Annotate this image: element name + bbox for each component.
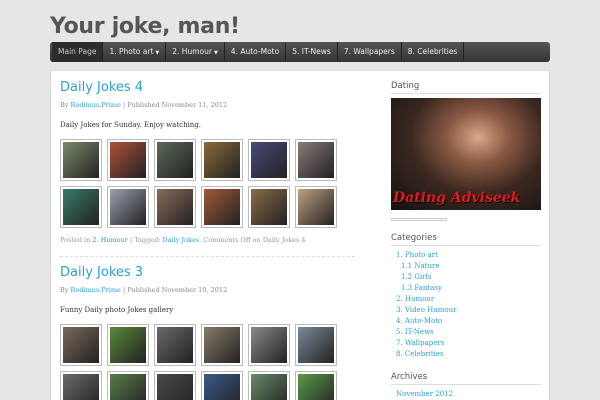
post-title-link[interactable]: Daily Jokes 4 — [60, 80, 355, 95]
nav-item-main-page[interactable]: Main Page — [52, 42, 104, 62]
main-nav: Main Page 1. Photo art ▼ 2. Humour ▼ 4. Au… — [50, 42, 550, 62]
gallery-thumbnail[interactable] — [154, 371, 196, 400]
post-excerpt: Daily Jokes for Sunday. Enjoy watching. — [60, 121, 202, 129]
sidebar: Dating Dating Adviseek Categories 1. Pho… — [391, 81, 541, 400]
post-meta: By Rodimus.Prime | Published November 11… — [60, 101, 228, 109]
thumbnail-image — [110, 189, 146, 225]
gallery-thumbnail[interactable] — [60, 324, 102, 366]
thumbnail-image — [157, 327, 193, 363]
gallery-thumbnail[interactable] — [60, 139, 102, 181]
thumbnail-image — [63, 327, 99, 363]
gallery-thumbnail[interactable] — [201, 186, 243, 228]
category-link[interactable]: 1.1 Nature — [391, 261, 541, 272]
gallery-thumbnail[interactable] — [107, 371, 149, 400]
gallery-thumbnail[interactable] — [201, 371, 243, 400]
post: Daily Jokes 3 By Rodimus.Prime | Publish… — [60, 265, 355, 400]
gallery-thumbnail[interactable] — [107, 139, 149, 181]
thumbnail-image — [204, 142, 240, 178]
gallery-thumbnail[interactable] — [295, 139, 337, 181]
content-area: Daily Jokes 4 By Rodimus.Prime | Publish… — [50, 70, 550, 400]
post-list: Daily Jokes 4 By Rodimus.Prime | Publish… — [60, 77, 355, 400]
archives-title: Archives — [391, 372, 541, 385]
gallery-thumbnail[interactable] — [201, 139, 243, 181]
gallery-thumbnail[interactable] — [154, 324, 196, 366]
thumbnail-image — [157, 374, 193, 400]
category-link[interactable]: 2. Humour — [92, 236, 128, 244]
category-link[interactable]: 8. Celebrities — [391, 349, 541, 360]
gallery-thumbnail[interactable] — [60, 186, 102, 228]
thumbnail-image — [298, 189, 334, 225]
category-link[interactable]: 2. Humour — [391, 294, 541, 305]
gallery-thumbnail[interactable] — [248, 139, 290, 181]
author-link[interactable]: Rodimus.Prime — [71, 286, 121, 294]
gallery-thumbnail[interactable] — [295, 186, 337, 228]
thumbnail-image — [251, 189, 287, 225]
ad-scrollbar[interactable] — [391, 218, 447, 221]
category-link[interactable]: 4. Auto-Moto — [391, 316, 541, 327]
category-link[interactable]: 1.3 Fantasy — [391, 283, 541, 294]
post-footer: Posted in 2. Humour | Tagged: Daily Joke… — [60, 236, 306, 244]
thumbnail-image — [251, 142, 287, 178]
category-link[interactable]: 1.2 Girls — [391, 272, 541, 283]
categories-widget: Categories 1. Photo art 1.1 Nature 1.2 Gir… — [391, 233, 541, 360]
thumbnail-image — [63, 374, 99, 400]
thumbnail-image — [110, 142, 146, 178]
dropdown-caret-icon: ▼ — [213, 50, 218, 56]
post-title-link[interactable]: Daily Jokes 3 — [60, 265, 355, 280]
gallery-thumbnail[interactable] — [107, 186, 149, 228]
category-link[interactable]: 3. Video Humour — [391, 305, 541, 316]
post-divider — [60, 256, 355, 257]
category-link[interactable]: 5. IT-News — [391, 327, 541, 338]
gallery-thumbnail[interactable] — [295, 371, 337, 400]
dating-ad-banner[interactable]: Dating Adviseek — [391, 98, 541, 210]
nav-item-wallpapers[interactable]: 7. Wallpapers — [338, 42, 402, 62]
archive-list: November 2012October 2012 — [391, 389, 541, 400]
nav-item-it-news[interactable]: 5. IT-News — [286, 42, 338, 62]
gallery-thumbnail[interactable] — [154, 139, 196, 181]
thumbnail-image — [110, 374, 146, 400]
post: Daily Jokes 4 By Rodimus.Prime | Publish… — [60, 80, 355, 244]
gallery-thumbnail[interactable] — [295, 324, 337, 366]
gallery-thumbnail[interactable] — [107, 324, 149, 366]
thumbnail-image — [63, 142, 99, 178]
nav-item-humour[interactable]: 2. Humour ▼ — [166, 42, 225, 62]
site-title[interactable]: Your joke, man! — [50, 14, 240, 39]
thumbnail-image — [298, 142, 334, 178]
post-meta: By Rodimus.Prime | Published November 10… — [60, 286, 228, 294]
categories-title: Categories — [391, 233, 541, 246]
ad-banner-text: Dating Adviseek — [393, 190, 521, 206]
gallery-thumbnail[interactable] — [248, 371, 290, 400]
gallery-thumbnail[interactable] — [248, 186, 290, 228]
thumbnail-image — [251, 327, 287, 363]
archives-widget: Archives November 2012October 2012 — [391, 372, 541, 400]
thumbnail-image — [298, 327, 334, 363]
nav-item-celebrities[interactable]: 8. Celebrities — [402, 42, 465, 62]
nav-item-auto-moto[interactable]: 4. Auto-Moto — [225, 42, 287, 62]
dropdown-caret-icon: ▼ — [155, 50, 160, 56]
category-list: 1. Photo art 1.1 Nature 1.2 Girls 1.3 Fanta… — [391, 250, 541, 360]
thumbnail-image — [298, 374, 334, 400]
thumbnail-image — [251, 374, 287, 400]
tag-link[interactable]: Daily Jokes — [163, 236, 200, 244]
author-link[interactable]: Rodimus.Prime — [71, 101, 121, 109]
post-excerpt: Funny Daily photo Jokes gallery — [60, 306, 174, 314]
archive-link[interactable]: November 2012 — [391, 389, 541, 400]
photo-gallery — [60, 139, 355, 228]
thumbnail-image — [63, 189, 99, 225]
gallery-thumbnail[interactable] — [248, 324, 290, 366]
thumbnail-image — [204, 327, 240, 363]
thumbnail-image — [204, 189, 240, 225]
category-link[interactable]: 1. Photo art — [391, 250, 541, 261]
gallery-thumbnail[interactable] — [60, 371, 102, 400]
category-link[interactable]: 7. Wallpapers — [391, 338, 541, 349]
gallery-thumbnail[interactable] — [201, 324, 243, 366]
dating-widget-title: Dating — [391, 81, 541, 94]
thumbnail-image — [110, 327, 146, 363]
gallery-thumbnail[interactable] — [154, 186, 196, 228]
photo-gallery — [60, 324, 355, 400]
thumbnail-image — [157, 142, 193, 178]
thumbnail-image — [204, 374, 240, 400]
nav-item-photo-art[interactable]: 1. Photo art ▼ — [103, 42, 167, 62]
thumbnail-image — [157, 189, 193, 225]
